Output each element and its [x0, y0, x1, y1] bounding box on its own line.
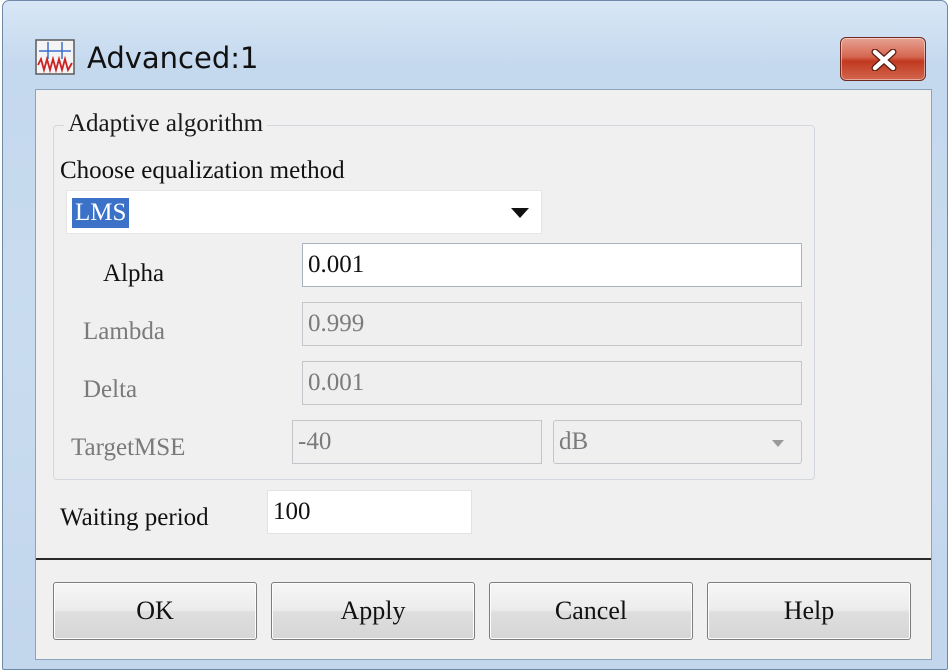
delta-label: Delta	[83, 376, 138, 403]
equalization-method-select[interactable]: LMS	[66, 190, 542, 234]
dialog-content: Adaptive algorithm Choose equalization m…	[35, 89, 932, 660]
waveform-icon	[35, 39, 75, 75]
cancel-button[interactable]: Cancel	[489, 582, 693, 640]
target-mse-label: TargetMSE	[71, 434, 186, 461]
apply-button[interactable]: Apply	[271, 582, 475, 640]
waiting-period-input[interactable]	[267, 490, 472, 534]
chevron-down-icon	[511, 208, 529, 218]
delta-input[interactable]	[302, 361, 802, 405]
target-mse-unit-select[interactable]: dB	[553, 420, 802, 464]
target-mse-input[interactable]	[292, 420, 542, 464]
lambda-input[interactable]	[302, 302, 802, 346]
equalization-method-label: Choose equalization method	[60, 157, 345, 184]
dialog-window: Advanced:1 Adaptive algorithm Choose equ…	[2, 0, 948, 670]
close-icon	[871, 49, 897, 71]
lambda-label: Lambda	[83, 318, 165, 345]
chevron-down-icon	[772, 440, 784, 447]
equalization-method-value: LMS	[72, 198, 130, 228]
close-button[interactable]	[840, 37, 926, 81]
window-title: Advanced:1	[87, 41, 259, 75]
alpha-label: Alpha	[103, 260, 165, 287]
target-mse-unit-value: dB	[559, 428, 589, 455]
separator-line	[36, 558, 931, 560]
alpha-input[interactable]	[302, 243, 802, 287]
help-button[interactable]: Help	[707, 582, 911, 640]
waiting-period-label: Waiting period	[60, 504, 209, 531]
ok-button[interactable]: OK	[53, 582, 257, 640]
groupbox-legend: Adaptive algorithm	[64, 109, 268, 139]
